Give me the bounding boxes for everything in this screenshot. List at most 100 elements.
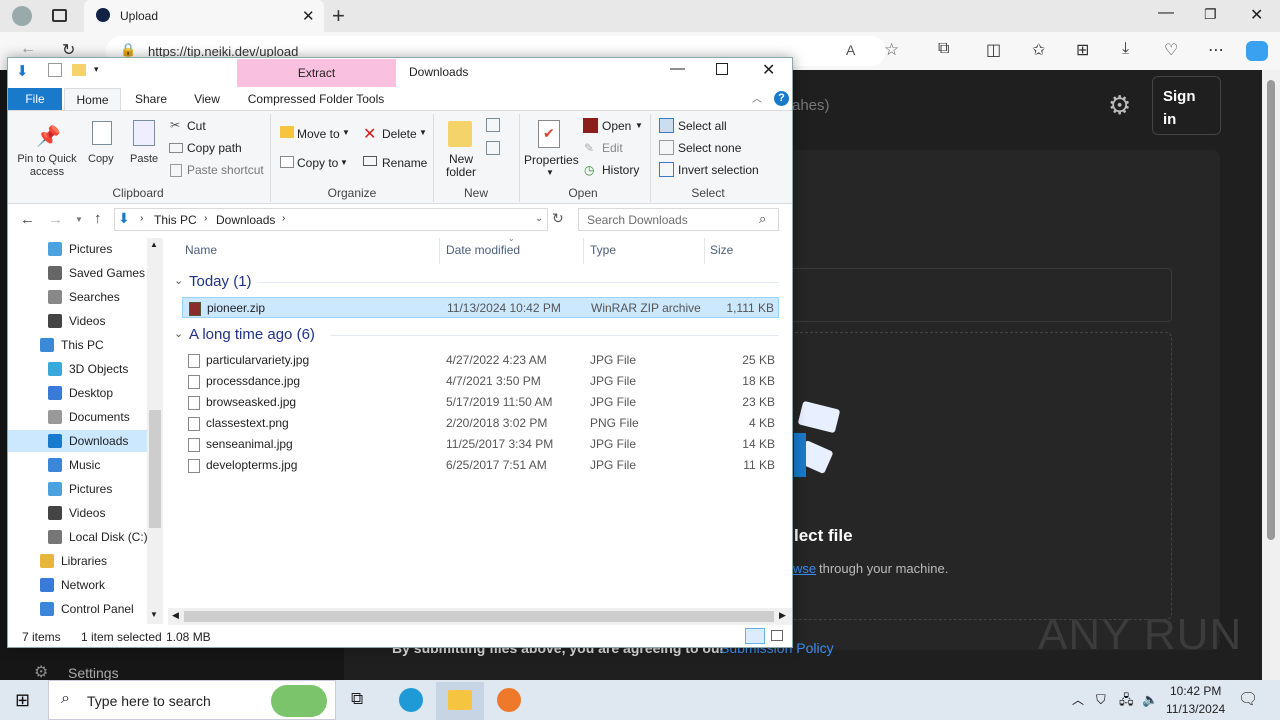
history-button[interactable]: History <box>602 163 639 177</box>
nav-item[interactable]: Downloads <box>8 430 147 452</box>
breadcrumb-this-pc[interactable]: This PC <box>154 213 197 227</box>
tab-share[interactable]: Share <box>126 88 176 110</box>
file-row[interactable]: developterms.jpg 6/25/2017 7:51 AM JPG Fil… <box>182 455 779 476</box>
sidebar-settings-icon[interactable]: ⚙ <box>34 662 48 682</box>
paste-button[interactable]: Paste <box>130 153 158 165</box>
invert-selection-button[interactable]: Invert selection <box>678 163 759 177</box>
settings-gear-icon[interactable]: ⚙ <box>1108 90 1131 121</box>
nav-item[interactable]: Saved Games <box>8 262 147 284</box>
favorites-icon[interactable]: ✩ <box>1032 40 1045 60</box>
firefox-taskbar-icon[interactable] <box>497 688 521 712</box>
delete-button[interactable]: Delete <box>382 127 417 141</box>
search-field[interactable]: ahes) <box>764 82 1074 130</box>
minimize-browser-icon[interactable]: — <box>1158 4 1174 22</box>
rename-button[interactable]: Rename <box>382 156 427 170</box>
column-divider[interactable] <box>439 238 440 264</box>
edge-taskbar-icon[interactable] <box>399 688 423 712</box>
select-none-button[interactable]: Select none <box>678 141 741 155</box>
recent-locations-icon[interactable]: ▼ <box>75 215 83 224</box>
open-dropdown-icon[interactable]: ▼ <box>635 121 643 130</box>
read-aloud-icon[interactable]: A <box>846 42 855 58</box>
column-header-name[interactable]: Name <box>185 243 217 257</box>
file-row[interactable]: pioneer.zip 11/13/2024 10:42 PM WinRAR Z… <box>182 297 779 318</box>
help-icon[interactable]: ? <box>774 91 789 106</box>
split-screen-icon[interactable]: ◫ <box>986 40 1001 60</box>
group-header-long-ago[interactable]: A long time ago (6) <box>189 326 315 343</box>
nav-item[interactable]: 3D Objects <box>8 358 147 380</box>
properties-button[interactable]: Properties <box>524 153 579 167</box>
properties-qat-icon[interactable] <box>48 63 62 77</box>
clock-time[interactable]: 10:42 PM <box>1170 684 1221 698</box>
delete-dropdown-icon[interactable]: ▼ <box>419 128 427 137</box>
browse-link[interactable]: wse <box>793 561 816 576</box>
collapse-ribbon-icon[interactable]: ︿ <box>752 90 762 105</box>
copy-button[interactable]: Copy <box>88 153 114 165</box>
file-row[interactable]: processdance.jpg 4/7/2021 3:50 PM JPG File… <box>182 371 779 392</box>
show-hidden-icons-icon[interactable]: ︿ <box>1072 680 1084 720</box>
nav-item[interactable]: Videos <box>8 310 147 332</box>
extensions-icon[interactable]: ⧉ <box>938 40 949 58</box>
clock-date[interactable]: 11/13/2024 <box>1166 702 1225 716</box>
tab-home[interactable]: Home <box>64 88 121 110</box>
tab-file[interactable]: File <box>8 88 62 110</box>
horizontal-scrollbar[interactable]: ◀ ▶ <box>168 608 792 625</box>
nav-item[interactable]: Desktop <box>8 382 147 404</box>
nav-item[interactable]: Libraries <box>8 550 147 572</box>
new-tab-button[interactable]: + <box>332 3 345 29</box>
breadcrumb-downloads[interactable]: Downloads <box>216 213 275 227</box>
tab-close-icon[interactable]: ✕ <box>302 7 315 25</box>
move-to-dropdown-icon[interactable]: ▼ <box>342 128 350 137</box>
nav-item[interactable]: Pictures <box>8 478 147 500</box>
nav-scroll-up-icon[interactable]: ▲ <box>150 240 158 249</box>
file-explorer-taskbar-icon[interactable] <box>436 682 484 720</box>
browser-essentials-icon[interactable]: ♡ <box>1164 40 1178 60</box>
properties-dropdown-icon[interactable]: ▼ <box>546 168 554 177</box>
file-row[interactable]: browseasked.jpg 5/17/2019 11:50 AM JPG Fil… <box>182 392 779 413</box>
nav-item[interactable]: Music <box>8 454 147 476</box>
file-row[interactable]: classestext.png 2/20/2018 3:02 PM PNG File… <box>182 413 779 434</box>
nav-item[interactable]: Control Panel <box>8 598 147 620</box>
nav-item[interactable]: Network <box>8 574 147 596</box>
close-browser-icon[interactable]: ✕ <box>1250 5 1263 25</box>
nav-item[interactable]: This PC <box>8 334 147 356</box>
explorer-close-icon[interactable]: ✕ <box>762 60 775 80</box>
tab-compressed-folder-tools[interactable]: Compressed Folder Tools <box>240 88 392 110</box>
tab-upload[interactable]: Upload ✕ <box>84 0 324 32</box>
nav-item[interactable]: Videos <box>8 502 147 524</box>
task-view-icon[interactable]: ⧉ <box>351 689 363 709</box>
nav-scroll-thumb[interactable] <box>149 410 161 528</box>
volume-icon[interactable]: 🔈 <box>1142 680 1158 720</box>
group-header-today[interactable]: Today (1) <box>189 273 252 290</box>
move-to-button[interactable]: Move to <box>297 127 340 141</box>
nav-item[interactable]: Documents <box>8 406 147 428</box>
collections-icon[interactable]: ⊞ <box>1076 40 1089 60</box>
address-dropdown-icon[interactable]: ⌄ <box>535 213 543 224</box>
extract-context-tab[interactable]: Extract <box>237 59 396 87</box>
tab-view[interactable]: View <box>182 88 232 110</box>
group-collapse-icon[interactable]: ⌄ <box>174 274 183 287</box>
details-view-icon[interactable] <box>745 628 765 644</box>
new-folder-qat-icon[interactable] <box>72 64 86 76</box>
new-folder-button[interactable]: New folder <box>442 153 480 179</box>
scroll-right-icon[interactable]: ▶ <box>779 610 786 621</box>
url-input-box[interactable] <box>764 268 1172 322</box>
taskbar-search-box[interactable]: ⌕ Type here to search <box>48 680 336 720</box>
nav-scrollbar[interactable]: ▲ ▼ <box>147 238 163 624</box>
cut-button[interactable]: Cut <box>187 119 206 133</box>
edit-button[interactable]: Edit <box>602 141 623 155</box>
search-box[interactable]: Search Downloads ⌕ <box>578 208 779 231</box>
downloads-icon[interactable]: ⤓ <box>1122 40 1129 58</box>
column-divider[interactable] <box>583 238 584 264</box>
new-item-icon[interactable] <box>486 118 500 132</box>
customize-qat-icon[interactable]: ▾ <box>94 64 99 75</box>
open-button[interactable]: Open <box>602 119 631 133</box>
paste-shortcut-button[interactable]: Paste shortcut <box>187 163 264 177</box>
column-header-size[interactable]: Size <box>710 243 733 257</box>
select-all-button[interactable]: Select all <box>678 119 727 133</box>
refresh-address-icon[interactable]: ↻ <box>552 210 564 227</box>
copy-to-button[interactable]: Copy to <box>297 156 338 170</box>
sign-in-button[interactable]: Sign in <box>1152 76 1221 135</box>
sidebar-settings-label[interactable]: Settings <box>68 665 119 681</box>
nav-item[interactable]: Local Disk (C:) <box>8 526 148 548</box>
easy-access-icon[interactable] <box>486 141 500 155</box>
